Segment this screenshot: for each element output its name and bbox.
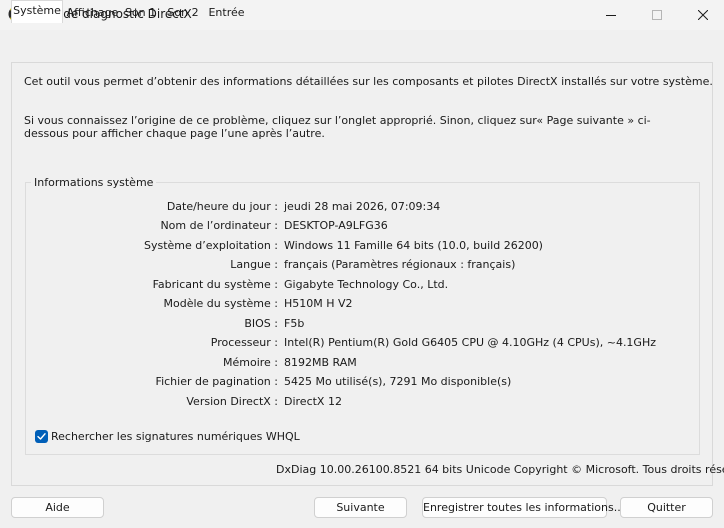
info-label: Date/heure du jour :	[166, 200, 278, 213]
info-row-manufacturer: Fabricant du système : Gigabyte Technolo…	[0, 278, 724, 292]
version-copyright-text: DxDiag 10.00.26100.8521 64 bits Unicode …	[276, 463, 724, 476]
info-value: Gigabyte Technology Co., Ltd.	[284, 278, 449, 291]
instructions-text: Si vous connaissez l’origine de ce probl…	[24, 114, 651, 140]
exit-button[interactable]: Quitter	[620, 497, 713, 518]
close-button[interactable]	[680, 0, 724, 30]
info-value: français (Paramètres régionaux : françai…	[284, 258, 516, 271]
maximize-button[interactable]	[634, 0, 680, 30]
help-button[interactable]: Aide	[11, 497, 104, 518]
tab-entree[interactable]: Entrée	[206, 3, 247, 22]
info-value: 5425 Mo utilisé(s), 7291 Mo disponible(s…	[284, 375, 512, 388]
dxdiag-window: Outil de diagnostic DirectX Système Affi…	[0, 0, 724, 528]
info-row-computer-name: Nom de l’ordinateur : DESKTOP-A9LFG36	[0, 219, 724, 233]
info-label: Processeur :	[210, 336, 278, 349]
info-label: Langue :	[230, 258, 278, 271]
tab-son-1[interactable]: Son 1	[122, 3, 159, 22]
info-row-language: Langue : français (Paramètres régionaux …	[0, 258, 724, 272]
maximize-icon	[652, 10, 662, 20]
close-icon	[698, 10, 708, 20]
info-label: Fichier de pagination :	[155, 375, 278, 388]
minimize-icon	[606, 10, 616, 20]
tab-affichage[interactable]: Affichage	[66, 3, 119, 22]
info-label: Fabricant du système :	[152, 278, 278, 291]
info-label: Système d’exploitation :	[144, 239, 278, 252]
info-label: Modèle du système :	[163, 297, 278, 310]
info-row-pagefile: Fichier de pagination : 5425 Mo utilisé(…	[0, 375, 724, 389]
info-row-os: Système d’exploitation : Windows 11 Fami…	[0, 239, 724, 253]
info-label: Mémoire :	[222, 356, 278, 369]
info-value: Windows 11 Famille 64 bits (10.0, build …	[284, 239, 543, 252]
info-label: BIOS :	[244, 317, 278, 330]
info-value: 8192MB RAM	[284, 356, 357, 369]
minimize-button[interactable]	[588, 0, 634, 30]
next-page-button[interactable]: Suivante	[314, 497, 407, 518]
tab-son-2[interactable]: Son 2	[164, 3, 202, 22]
info-value: Intel(R) Pentium(R) Gold G6405 CPU @ 4.1…	[284, 336, 657, 349]
info-row-memory: Mémoire : 8192MB RAM	[0, 356, 724, 370]
whql-checkbox-label[interactable]: Rechercher les signatures numériques WHQ…	[51, 430, 300, 443]
info-value: DESKTOP-A9LFG36	[284, 219, 388, 232]
info-row-directx-version: Version DirectX : DirectX 12	[0, 395, 724, 409]
info-value: F5b	[284, 317, 305, 330]
group-title: Informations système	[31, 176, 157, 189]
info-value: jeudi 28 mai 2026, 07:09:34	[284, 200, 441, 213]
intro-text: Cet outil vous permet d’obtenir des info…	[24, 75, 713, 88]
whql-checkbox[interactable]	[35, 430, 48, 443]
info-row-bios: BIOS : F5b	[0, 317, 724, 331]
info-row-processor: Processeur : Intel(R) Pentium(R) Gold G6…	[0, 336, 724, 350]
info-row-date: Date/heure du jour : jeudi 28 mai 2026, …	[0, 200, 724, 214]
save-all-info-button[interactable]: Enregistrer toutes les informations...	[422, 497, 624, 518]
tab-systeme[interactable]: Système	[11, 0, 63, 23]
info-value: DirectX 12	[284, 395, 342, 408]
info-value: H510M H V2	[284, 297, 353, 310]
info-row-model: Modèle du système : H510M H V2	[0, 297, 724, 311]
info-label: Version DirectX :	[186, 395, 278, 408]
info-label: Nom de l’ordinateur :	[160, 219, 278, 232]
